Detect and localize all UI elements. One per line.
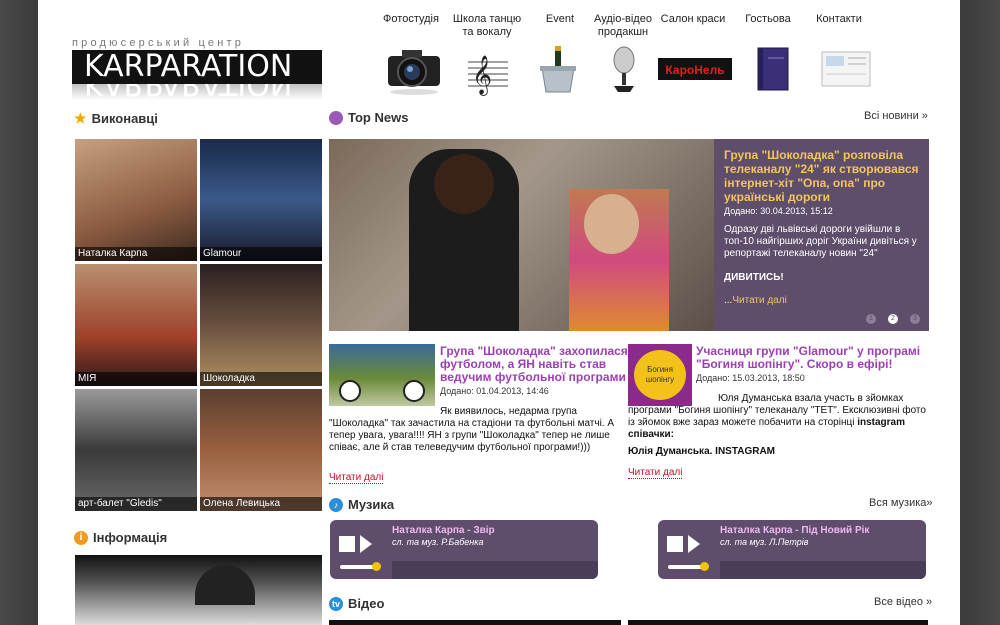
info-title: Інформація — [93, 530, 168, 545]
artist-name: Шоколадка — [200, 372, 322, 386]
progress-track[interactable] — [720, 561, 926, 579]
nav-beauty-salon[interactable]: Салон краси — [658, 13, 728, 26]
hero-text: Одразу дві львівські дороги увійшли в то… — [724, 224, 917, 259]
volume-knob[interactable] — [372, 562, 381, 571]
all-video-link[interactable]: Все відео » — [874, 596, 932, 608]
instagram-link[interactable]: Юлія Думанська. INSTAGRAM — [628, 446, 775, 458]
hero-face-woman — [584, 194, 639, 254]
news-text: Юля Думанська взала участь в зйомках про… — [628, 393, 928, 441]
nav-event[interactable]: Event — [535, 13, 585, 26]
hero-image[interactable] — [329, 139, 714, 331]
logo-reflection: KARPARATION — [72, 84, 322, 100]
browser-frame: продюсерський центр KARPARATION KARPARAT… — [0, 0, 1000, 625]
volume-bar[interactable] — [340, 565, 376, 569]
hero-panel: Група "Шоколадка" розповіла телеканалу "… — [714, 139, 929, 331]
info-banner[interactable] — [75, 555, 322, 625]
page: продюсерський центр KARPARATION KARPARAT… — [38, 0, 960, 625]
hero-face-man — [434, 154, 494, 214]
hero-watch[interactable]: ДИВИТИСЬ! — [724, 272, 919, 283]
video-thumbnail[interactable] — [329, 620, 621, 625]
play-icon[interactable] — [688, 535, 700, 553]
artist-card[interactable]: Наталка Карпа — [75, 139, 197, 261]
all-music-link[interactable]: Вся музика» — [869, 497, 933, 509]
hero-read-more-label: Читати далі — [732, 295, 787, 306]
brand-subtitle: продюсерський центр — [72, 37, 245, 49]
info-heading: i Інформація — [74, 530, 167, 545]
news-date: Додано: 15.03.2013, 18:50 — [696, 373, 805, 383]
hero-title[interactable]: Група "Шоколадка" розповіла телеканалу "… — [724, 148, 919, 204]
pager-2[interactable]: 2 — [888, 314, 898, 324]
track-authors: сл. та муз. Л.Петрів — [720, 537, 809, 547]
football-icon — [403, 380, 425, 402]
hero-read-more[interactable]: ...Читати далі — [724, 295, 919, 306]
news-title[interactable]: Група "Шоколадка" захопилася футболом, а… — [440, 345, 628, 384]
all-news-link[interactable]: Всі новини » — [864, 110, 928, 122]
volume-bar[interactable] — [668, 565, 704, 569]
track-title: Наталка Карпа - Звір — [392, 525, 495, 536]
stop-icon[interactable] — [667, 536, 683, 552]
video-thumbnail[interactable] — [628, 620, 928, 625]
champagne-bucket-icon[interactable] — [528, 44, 588, 98]
volume-knob[interactable] — [700, 562, 709, 571]
logo[interactable]: KARPARATION — [72, 50, 322, 84]
info-icon: i — [74, 530, 88, 545]
news-thumbnail[interactable] — [329, 344, 435, 406]
svg-text:𝄞: 𝄞 — [472, 55, 492, 96]
nav-contacts[interactable]: Контакти — [809, 13, 869, 26]
artist-name: Наталка Карпа — [75, 247, 197, 261]
artist-card[interactable]: МІЯ — [75, 264, 197, 386]
music-note-icon: ♪ — [329, 497, 343, 512]
top-news-heading: Top News — [329, 110, 408, 125]
music-title: Музика — [348, 497, 395, 512]
news-title[interactable]: Учасниця групи "Glamour" у програмі "Бог… — [696, 345, 926, 371]
artist-card[interactable]: Шоколадка — [200, 264, 322, 386]
artist-card[interactable]: арт-балет "Gledis" — [75, 389, 197, 511]
guestbook-icon[interactable] — [744, 44, 804, 98]
stop-icon[interactable] — [339, 536, 355, 552]
top-news-title: Top News — [348, 110, 409, 125]
banner-figure — [195, 565, 255, 605]
nav-audio-video[interactable]: Аудіо-відео продакшн — [587, 13, 659, 39]
audio-player: Наталка Карпа - Звір сл. та муз. Р.Бабен… — [330, 520, 598, 579]
artist-name: МІЯ — [75, 372, 197, 386]
performers-title: Виконавці — [91, 111, 158, 126]
hero-news[interactable]: Група "Шоколадка" розповіла телеканалу "… — [329, 139, 929, 331]
artist-name: Олена Левицька — [200, 497, 322, 511]
artist-name: Glamour — [200, 247, 322, 261]
news-date: Додано: 01.04.2013, 14:46 — [440, 386, 549, 396]
audio-player: Наталка Карпа - Під Новий Рік сл. та муз… — [658, 520, 926, 579]
nav-photostudio[interactable]: Фотостудія — [381, 13, 441, 26]
progress-track[interactable] — [392, 561, 598, 579]
read-more-link[interactable]: Читати далі — [329, 472, 384, 484]
read-more-link[interactable]: Читати далі — [628, 467, 683, 479]
artist-card[interactable]: Glamour — [200, 139, 322, 261]
music-heading: ♪ Музика — [329, 497, 394, 512]
purple-dot-icon — [329, 110, 343, 125]
pager-1[interactable]: 1 — [866, 314, 876, 324]
play-icon[interactable] — [360, 535, 372, 553]
music-sheet-icon[interactable]: 𝄞 — [458, 44, 518, 98]
football-icon — [339, 380, 361, 402]
pager-3[interactable]: 3 — [910, 314, 920, 324]
video-title: Відео — [348, 596, 385, 611]
microphone-icon[interactable] — [594, 44, 654, 98]
artist-card[interactable]: Олена Левицька — [200, 389, 322, 511]
tv-icon: tv — [329, 596, 343, 611]
nav-dance-school[interactable]: Школа танцю та вокалу — [448, 13, 526, 39]
karonel-text: КароНель — [665, 63, 724, 77]
hero-date: Додано: 30.04.2013, 15:12 — [724, 206, 833, 216]
camera-icon[interactable] — [384, 44, 444, 98]
star-icon: ★ — [74, 110, 87, 126]
artist-name: арт-балет "Gledis" — [75, 497, 197, 511]
track-authors: сл. та муз. Р.Бабенка — [392, 537, 484, 547]
contacts-icon[interactable] — [816, 44, 876, 98]
news-text: Як виявилось, недарма група "Шоколадка" … — [329, 406, 615, 453]
performers-heading: ★ Виконавці — [74, 110, 158, 127]
karonel-logo[interactable]: КароНель — [658, 44, 732, 98]
track-title: Наталка Карпа - Під Новий Рік — [720, 525, 870, 536]
video-heading: tv Відео — [329, 596, 384, 611]
nav-guestbook[interactable]: Гостьова — [738, 13, 798, 26]
